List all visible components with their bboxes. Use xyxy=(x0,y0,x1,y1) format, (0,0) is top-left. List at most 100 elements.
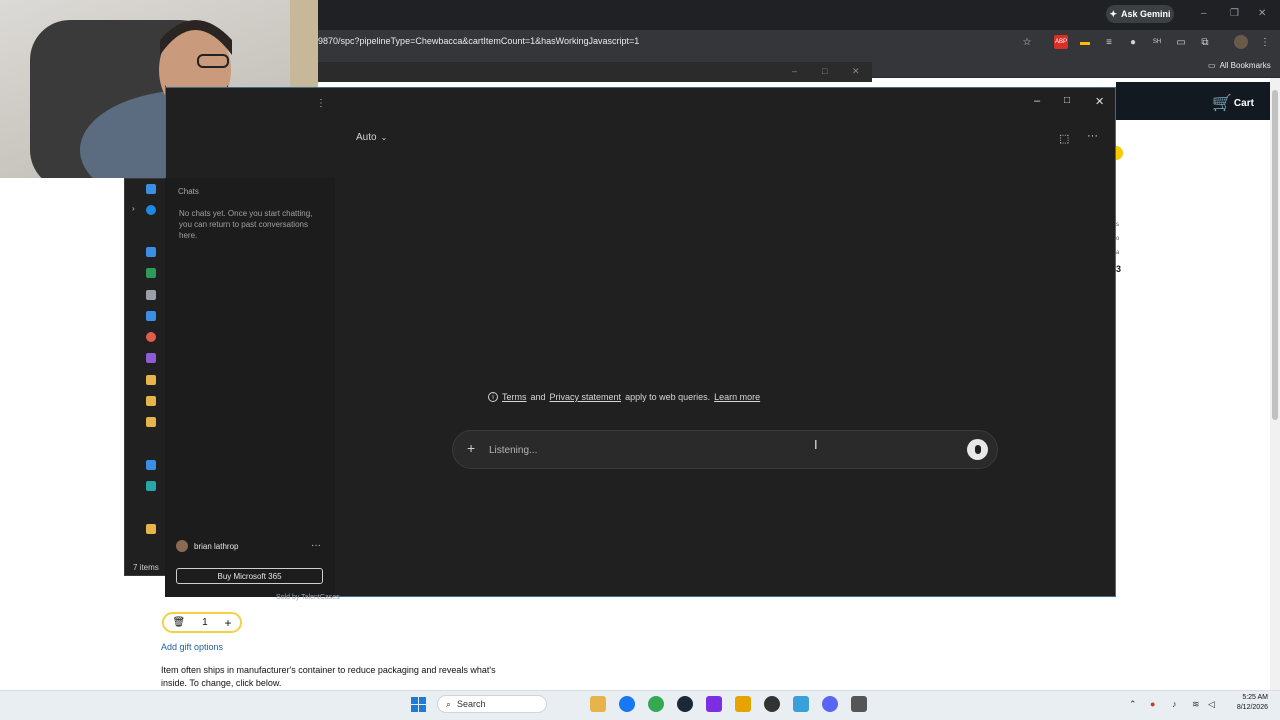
volume-icon[interactable]: ◁ xyxy=(1208,699,1215,710)
taskbar-search[interactable]: ⌕ Search xyxy=(437,695,547,713)
ask-gemini-button[interactable]: ✦ Ask Gemini xyxy=(1106,5,1174,23)
copilot-minimize-icon[interactable]: – xyxy=(1034,95,1040,107)
bg-minimize-icon[interactable]: – xyxy=(792,66,797,76)
drive-icon[interactable] xyxy=(146,460,156,470)
quantity-stepper[interactable]: 🗑 1 + xyxy=(162,612,242,633)
clock-time: 5:25 AM xyxy=(1242,694,1268,701)
all-bookmarks-label: All Bookmarks xyxy=(1219,61,1271,70)
user-profile[interactable]: brian lathrop xyxy=(176,540,238,552)
terms-link[interactable]: Terms xyxy=(502,392,527,402)
folder-icon[interactable] xyxy=(146,524,156,534)
desktop-icon[interactable] xyxy=(146,247,156,257)
pictures-icon[interactable] xyxy=(146,311,156,321)
minimize-icon[interactable]: – xyxy=(1201,8,1207,19)
wifi-icon[interactable]: ≋ xyxy=(1192,699,1200,710)
extension-circle-icon[interactable]: ● xyxy=(1126,35,1140,49)
mode-selected-value: Auto xyxy=(356,132,377,143)
cart-label: Cart xyxy=(1233,97,1254,109)
text-cursor-icon: I xyxy=(814,437,818,452)
page-scrollbar-thumb[interactable] xyxy=(1272,90,1278,420)
obs-app-icon[interactable] xyxy=(764,696,780,712)
more-options-icon[interactable]: ··· xyxy=(1087,130,1098,142)
no-chats-message: No chats yet. Once you start chatting, y… xyxy=(179,209,313,240)
taskbar-search-label: Search xyxy=(457,699,486,709)
folder-icon[interactable] xyxy=(146,375,156,385)
info-icon: i xyxy=(488,392,498,402)
browser-menu-icon[interactable]: ⋮ xyxy=(1258,35,1272,49)
message-input[interactable] xyxy=(489,443,789,457)
videos-icon[interactable] xyxy=(146,353,156,363)
clock-date: 8/12/2026 xyxy=(1236,704,1268,711)
copilot-close-icon[interactable]: ✕ xyxy=(1095,95,1104,108)
start-button[interactable] xyxy=(411,697,426,712)
extension-adblock-icon[interactable]: ABP xyxy=(1054,35,1068,49)
folder-icon[interactable] xyxy=(146,417,156,427)
extension-stack-icon[interactable]: ≡ xyxy=(1102,35,1116,49)
system-clock[interactable]: 5:25 AM 8/12/2026 xyxy=(1228,693,1268,713)
terms-suffix-text: apply to web queries. xyxy=(625,392,711,402)
buy-microsoft-365-button[interactable]: Buy Microsoft 365 xyxy=(176,568,323,584)
all-bookmarks-button[interactable]: ▭ All Bookmarks xyxy=(1208,61,1271,70)
packaging-note: Item often ships in manufacturer's conta… xyxy=(161,665,496,688)
extensions-puzzle-icon[interactable]: ⧉ xyxy=(1198,35,1212,49)
bg-close-icon[interactable]: ✕ xyxy=(852,66,860,77)
app-icon[interactable] xyxy=(793,696,809,712)
discord-app-icon[interactable] xyxy=(822,696,838,712)
ask-gemini-label: Ask Gemini xyxy=(1121,9,1171,19)
chevron-right-icon[interactable]: › xyxy=(132,204,135,213)
chevron-up-icon[interactable]: ⌃ xyxy=(1129,699,1137,710)
taskbar xyxy=(0,690,1280,720)
chrome-app-icon[interactable] xyxy=(648,696,664,712)
privacy-statement-link[interactable]: Privacy statement xyxy=(550,392,622,402)
new-chat-icon[interactable]: ⬚ xyxy=(1059,132,1069,145)
page-text-fragment: 3 xyxy=(1116,264,1122,274)
extension-cast-icon[interactable]: ▭ xyxy=(1174,35,1188,49)
add-attachment-icon[interactable]: + xyxy=(467,440,475,456)
bg-maximize-icon[interactable]: □ xyxy=(822,66,827,76)
documents-icon[interactable] xyxy=(146,290,156,300)
app-icon[interactable] xyxy=(851,696,867,712)
downloads-icon[interactable] xyxy=(146,268,156,278)
sparkle-icon: ✦ xyxy=(1109,8,1117,19)
search-icon: ⌕ xyxy=(446,698,452,709)
tray-app-icon[interactable]: ● xyxy=(1150,699,1155,709)
twitch-app-icon[interactable] xyxy=(706,696,722,712)
page-text-fragment: s xyxy=(1116,222,1119,228)
page-text-fragment: o xyxy=(1116,236,1120,242)
steam-app-icon[interactable] xyxy=(677,696,693,712)
page-text-fragment: a xyxy=(1116,250,1120,256)
explorer-status-count: 7 items xyxy=(133,563,159,572)
profile-avatar[interactable] xyxy=(1234,35,1248,49)
microphone-button[interactable] xyxy=(967,439,988,460)
add-gift-options-link[interactable]: Add gift options xyxy=(161,642,223,652)
cart-button[interactable]: 🛒 Cart xyxy=(1212,93,1254,113)
mode-dropdown[interactable]: Auto ⌄ xyxy=(356,132,387,143)
folder-app-icon[interactable] xyxy=(735,696,751,712)
copilot-maximize-icon[interactable]: □ xyxy=(1064,95,1070,106)
restore-icon[interactable]: ❐ xyxy=(1230,8,1239,19)
chevron-down-icon: ⌄ xyxy=(380,133,388,142)
extension-sh-icon[interactable]: SH xyxy=(1150,35,1164,49)
close-icon[interactable]: ✕ xyxy=(1258,8,1266,19)
folder-icon[interactable] xyxy=(146,396,156,406)
avatar xyxy=(176,540,188,552)
cart-icon: 🛒 xyxy=(1212,95,1232,112)
explorer-item-icon[interactable] xyxy=(146,184,156,194)
network-icon[interactable] xyxy=(146,481,156,491)
sold-by-text: Sold by TalentCases xyxy=(276,594,340,601)
microphone-tray-icon[interactable]: ♪ xyxy=(1172,699,1177,709)
extension-notes-icon[interactable]: ▬ xyxy=(1078,35,1092,49)
learn-more-link[interactable]: Learn more xyxy=(714,392,760,402)
address-bar[interactable]: 9870/spc?pipelineType=Chewbacca&cartItem… xyxy=(318,36,639,46)
chats-heading: Chats xyxy=(178,187,199,196)
delete-icon[interactable]: 🗑 xyxy=(172,617,185,628)
messenger-app-icon[interactable] xyxy=(619,696,635,712)
music-icon[interactable] xyxy=(146,332,156,342)
increment-icon[interactable]: + xyxy=(225,616,232,630)
file-explorer-app-icon[interactable] xyxy=(590,696,606,712)
bookmark-star-icon[interactable]: ☆ xyxy=(1020,35,1034,49)
more-options-icon[interactable]: ··· xyxy=(311,540,321,551)
user-name: brian lathrop xyxy=(194,541,239,551)
sidebar-toggle-icon[interactable]: ⋮ xyxy=(316,98,326,109)
onedrive-icon[interactable] xyxy=(146,205,156,215)
